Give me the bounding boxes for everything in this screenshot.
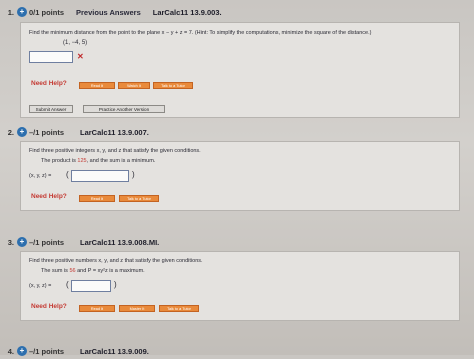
read-it-button[interactable]: Read It <box>79 82 115 89</box>
talk-to-tutor-button[interactable]: Talk to a Tutor <box>119 195 159 202</box>
read-it-button[interactable]: Read It <box>79 195 115 202</box>
question-1-body: Find the minimum distance from the point… <box>20 22 460 118</box>
question-prompt: Find three positive integers x, y, and z… <box>29 148 201 154</box>
practice-another-version-button[interactable]: Practice Another Version <box>83 105 165 113</box>
submit-answer-button[interactable]: Submit Answer <box>29 105 73 113</box>
talk-to-tutor-button[interactable]: Talk to a Tutor <box>153 82 193 89</box>
close-paren: ) <box>114 280 117 289</box>
open-paren: ( <box>66 170 69 179</box>
master-it-button[interactable]: Master It <box>119 305 155 312</box>
question-id: LarCalc11 13.9.009. <box>80 346 149 356</box>
question-number: 4. <box>7 346 14 356</box>
answer-input[interactable] <box>71 280 111 292</box>
condition-text: , and the sum is a minimum. <box>86 158 156 164</box>
question-id: LarCalc11 13.9.003. <box>152 7 222 17</box>
points-label: 0/1 points <box>29 7 65 17</box>
expand-plus-icon[interactable]: + <box>17 127 27 137</box>
question-number: 1. <box>7 7 14 17</box>
points-label: –/1 points <box>29 346 65 356</box>
answer-input[interactable] <box>29 51 73 63</box>
question-id: LarCalc11 13.9.007. <box>80 127 149 137</box>
previous-answers-link[interactable]: Previous Answers <box>76 8 141 17</box>
question-2-body: Find three positive integers x, y, and z… <box>20 141 460 211</box>
need-help-label: Need Help? <box>31 193 67 200</box>
question-number: 2. <box>7 127 14 137</box>
need-help-label: Need Help? <box>31 303 67 310</box>
question-condition: The product is 125, and the sum is a min… <box>41 158 155 164</box>
question-1-header: 1. + 0/1 points Previous Answers LarCalc… <box>0 4 222 20</box>
expand-plus-icon[interactable]: + <box>17 237 27 247</box>
points-label: –/1 points <box>29 127 65 137</box>
condition-value: 125 <box>77 158 87 164</box>
question-3-body: Find three positive numbers x, y, and z … <box>20 251 460 321</box>
question-prompt: Find the minimum distance from the point… <box>29 30 372 36</box>
answer-label: (x, y, z) = <box>29 283 52 289</box>
question-3-header: 3. + –/1 points LarCalc11 13.9.008.MI. <box>0 234 159 250</box>
question-number: 3. <box>7 237 14 247</box>
answer-input[interactable] <box>71 170 129 182</box>
question-prompt: Find three positive numbers x, y, and z … <box>29 258 203 264</box>
points-label: –/1 points <box>29 237 65 247</box>
read-it-button[interactable]: Read It <box>79 305 115 312</box>
question-2-header: 2. + –/1 points LarCalc11 13.9.007. <box>0 124 149 140</box>
condition-text: The product is <box>41 158 78 164</box>
answer-label: (x, y, z) = <box>29 173 52 179</box>
close-paren: ) <box>132 170 135 179</box>
open-paren: ( <box>66 280 69 289</box>
incorrect-icon: ✕ <box>77 52 84 61</box>
condition-text: The sum is <box>41 268 70 274</box>
question-4-header: 4. + –/1 points LarCalc11 13.9.009. <box>0 343 149 359</box>
question-id: LarCalc11 13.9.008.MI. <box>80 237 160 247</box>
expand-plus-icon[interactable]: + <box>17 7 27 17</box>
question-condition: The sum is 56 and P = xy²z is a maximum. <box>41 268 145 274</box>
need-help-label: Need Help? <box>31 80 67 87</box>
talk-to-tutor-button[interactable]: Talk to a Tutor <box>159 305 199 312</box>
given-point: (1, −4, 5) <box>63 40 88 46</box>
watch-it-button[interactable]: Watch It <box>118 82 150 89</box>
condition-text: and P = xy²z is a maximum. <box>75 268 145 274</box>
